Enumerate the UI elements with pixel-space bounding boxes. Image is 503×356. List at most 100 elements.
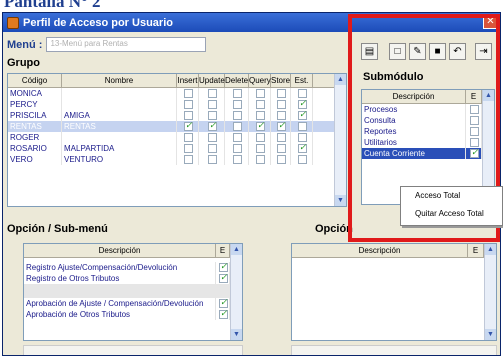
checkbox[interactable] [184,121,193,131]
menu-item-acceso-total[interactable]: Acceso Total [401,187,502,205]
checkbox[interactable] [277,100,286,109]
checkbox[interactable] [219,309,228,319]
scroll-down-icon[interactable]: ▼ [485,329,496,340]
scroll-up-icon[interactable]: ▲ [335,74,346,85]
col-e[interactable]: E [468,244,484,258]
table-row[interactable]: PERCY [8,99,346,110]
cell-codigo: VERO [8,154,62,165]
checkbox[interactable] [298,110,307,120]
checkbox[interactable] [256,121,265,131]
checkbox[interactable] [277,133,286,142]
table-row[interactable]: MONICA [8,88,346,99]
checkbox[interactable] [298,122,307,131]
checkbox[interactable] [277,89,286,98]
checkbox[interactable] [298,89,307,98]
cell-nombre [62,132,177,143]
checkbox[interactable] [208,89,217,98]
separator [24,284,242,298]
checkbox[interactable] [233,100,242,109]
scroll-down-icon[interactable]: ▼ [335,195,346,206]
checkbox[interactable] [256,133,265,142]
checkbox[interactable] [256,155,265,164]
checkbox[interactable] [233,155,242,164]
grupo-grid: Código Nombre Insert Update Delete Query… [7,73,347,207]
checkbox[interactable] [208,144,217,153]
scroll-up-icon[interactable]: ▲ [231,244,242,255]
list-item[interactable]: Aprobación de Otros Tributos [24,309,242,320]
checkbox[interactable] [277,121,286,131]
checkbox[interactable] [233,133,242,142]
list-item[interactable]: Aprobación de Ajuste / Compensación/Devo… [24,298,242,309]
checkbox[interactable] [277,111,286,120]
checkbox[interactable] [184,144,193,153]
checkbox[interactable] [256,144,265,153]
col-insert[interactable]: Insert [177,74,199,88]
grupo-scrollbar[interactable]: ▲ ▼ [334,74,346,206]
opcion-right-header: Descripción E [292,244,496,258]
col-est[interactable]: Est. [291,74,313,88]
item-label: Aprobación de Ajuste / Compensación/Devo… [24,298,216,309]
col-store[interactable]: Store [271,74,291,88]
checkbox[interactable] [298,155,307,164]
menu-row: Menú : 13-Menú para Rentas [7,37,207,52]
checkbox[interactable] [184,133,193,142]
col-update[interactable]: Update [199,74,225,88]
list-item[interactable]: Registro de Otros Tributos [24,273,242,284]
page-caption: Pantalla N° 2 [4,0,101,11]
checkbox[interactable] [208,111,217,120]
col-codigo[interactable]: Código [8,74,62,88]
table-row[interactable]: ROSARIO MALPARTIDA [8,143,346,154]
checkbox[interactable] [277,155,286,164]
menu-label: Menú : [7,38,43,51]
checkbox[interactable] [256,89,265,98]
checkbox[interactable] [256,111,265,120]
menu-item-quitar-acceso-total[interactable]: Quitar Acceso Total [401,205,502,223]
checkbox[interactable] [184,89,193,98]
opcion-right-scrollbar[interactable]: ▲ ▼ [484,244,496,340]
scroll-up-icon[interactable]: ▲ [485,244,496,255]
checkbox[interactable] [219,273,228,283]
context-menu: Acceso Total Quitar Acceso Total [400,186,503,226]
scroll-down-icon[interactable]: ▼ [231,329,242,340]
cell-nombre: AMIGA [62,110,177,121]
checkbox[interactable] [208,121,217,131]
opcion-scrollbar[interactable]: ▲ ▼ [230,244,242,340]
checkbox[interactable] [298,133,307,142]
checkbox[interactable] [208,155,217,164]
checkbox[interactable] [233,144,242,153]
checkbox[interactable] [184,111,193,120]
checkbox[interactable] [233,122,242,131]
cell-codigo: PERCY [8,99,62,110]
cell-nombre: RENTAS [62,121,177,132]
checkbox[interactable] [208,133,217,142]
table-row-selected[interactable]: RENTAS RENTAS [8,121,346,132]
col-query[interactable]: Query [249,74,271,88]
checkbox[interactable] [208,100,217,109]
cell-codigo: ROGER [8,132,62,143]
opcion-header: Descripción E [24,244,242,258]
table-row[interactable]: ROGER [8,132,346,143]
table-row[interactable]: PRISCILA AMIGA [8,110,346,121]
col-nombre[interactable]: Nombre [62,74,177,88]
checkbox[interactable] [219,262,228,272]
table-row[interactable]: VERO VENTURO [8,154,346,165]
menu-field[interactable]: 13-Menú para Rentas [46,37,207,52]
cell-codigo: MONICA [8,88,62,99]
checkbox[interactable] [277,144,286,153]
checkbox[interactable] [256,100,265,109]
col-delete[interactable]: Delete [225,74,249,88]
cell-codigo: PRISCILA [8,110,62,121]
checkbox[interactable] [219,298,228,308]
cell-nombre [62,99,177,110]
checkbox[interactable] [233,89,242,98]
cell-codigo: RENTAS [8,121,62,132]
checkbox[interactable] [184,100,193,109]
col-descripcion[interactable]: Descripción [292,244,468,258]
checkbox[interactable] [233,111,242,120]
col-e[interactable]: E [216,244,230,258]
col-descripcion[interactable]: Descripción [24,244,216,258]
checkbox[interactable] [298,143,307,153]
checkbox[interactable] [184,155,193,164]
checkbox[interactable] [298,99,307,109]
list-item[interactable]: Registro Ajuste/Compensación/Devolución [24,262,242,273]
